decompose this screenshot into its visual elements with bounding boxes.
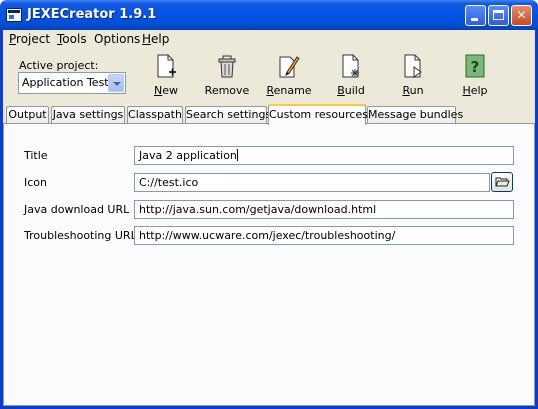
run-icon [404, 54, 422, 78]
java-download-url-field[interactable]: http://java.sun.com/getjava/download.htm… [134, 200, 514, 219]
menu-tools[interactable]: Tools [57, 32, 87, 46]
active-project-select[interactable]: Application Test [18, 72, 126, 94]
tab-classpath[interactable]: Classpath [127, 106, 183, 124]
active-project-label: Active project: [19, 59, 99, 72]
trash-icon [218, 55, 236, 78]
tab-java-settings[interactable]: Java settings [51, 106, 125, 124]
active-project-value: Application Test [22, 76, 109, 89]
maximize-button[interactable] [488, 5, 509, 26]
window-title: JEXECreator 1.9.1 [27, 7, 157, 22]
app-window-icon[interactable] [6, 8, 22, 22]
maximize-icon [493, 10, 504, 20]
tab-custom-resources[interactable]: Custom resources [268, 104, 368, 125]
troubleshooting-url-label: Troubleshooting URL [24, 229, 137, 242]
title-bar[interactable]: JEXECreator 1.9.1 ✕ [0, 0, 538, 30]
rename-pencil-icon [279, 56, 300, 78]
menu-options[interactable]: Options [94, 32, 140, 46]
icon-label: Icon [24, 176, 47, 189]
tab-message-bundles[interactable]: Message bundles [367, 106, 463, 124]
java-download-url-label: Java download URL [24, 203, 130, 216]
title-field[interactable]: Java 2 application [134, 146, 514, 165]
text-cursor [236, 149, 238, 161]
custom-resources-panel: Title Java 2 application Icon C://test.i… [3, 123, 535, 406]
menu-help[interactable]: Help [142, 32, 169, 46]
svg-text:?: ? [471, 58, 480, 76]
minimize-icon [471, 18, 478, 21]
app-window: JEXECreator 1.9.1 ✕ Project Tools Option… [0, 0, 538, 409]
build-button[interactable]: Build [323, 54, 379, 100]
menu-bar: Project Tools Options Help [3, 30, 535, 49]
close-icon: ✕ [516, 8, 527, 22]
new-button[interactable]: New [138, 54, 194, 100]
tab-output[interactable]: Output [6, 106, 49, 124]
run-button[interactable]: Run [385, 54, 441, 100]
icon-field[interactable]: C://test.ico [134, 173, 490, 192]
title-label: Title [24, 149, 48, 162]
remove-button[interactable]: Remove [199, 54, 255, 100]
close-button[interactable]: ✕ [511, 5, 532, 26]
browse-icon-button[interactable] [491, 172, 513, 192]
folder-open-icon [495, 177, 510, 187]
minimize-button[interactable] [465, 5, 486, 26]
rename-button[interactable]: Rename [261, 54, 317, 100]
tab-search-settings[interactable]: Search settings [185, 106, 271, 124]
help-button[interactable]: ? Help [447, 54, 503, 100]
client-area: Project Tools Options Help Active projec… [3, 30, 535, 406]
tab-strip: Output Java settings Classpath Search se… [3, 104, 535, 125]
troubleshooting-url-field[interactable]: http://www.ucware.com/jexec/troubleshoot… [134, 226, 514, 245]
chevron-down-icon[interactable] [108, 74, 124, 92]
menu-project[interactable]: Project [9, 32, 50, 46]
new-document-icon [157, 54, 176, 78]
build-icon [342, 54, 359, 78]
help-icon: ? [465, 54, 485, 78]
